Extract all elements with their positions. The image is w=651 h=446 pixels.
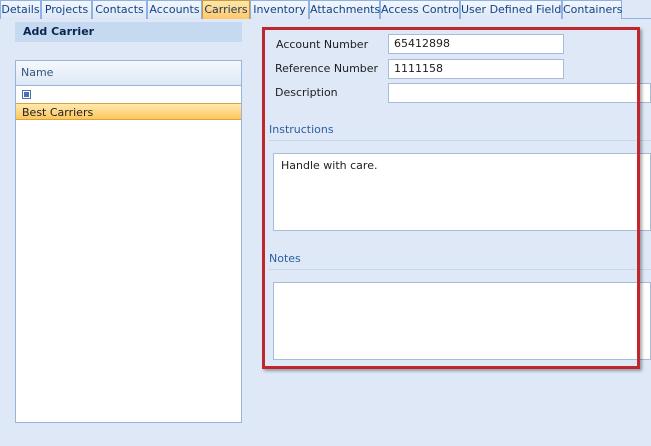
tab-inventory[interactable]: Inventory (250, 0, 309, 19)
add-carrier-button[interactable]: Add Carrier (15, 22, 242, 42)
tab-details[interactable]: Details (0, 0, 41, 19)
instructions-divider (269, 140, 651, 141)
tab-access-control[interactable]: Access Control (380, 0, 462, 19)
description-field[interactable] (388, 83, 651, 103)
reference-number-field[interactable]: 1111158 (388, 59, 564, 79)
description-label: Description (275, 86, 338, 99)
tab-strip: Details Projects Contacts Accounts Carri… (0, 0, 651, 19)
tab-contacts[interactable]: Contacts (92, 0, 147, 19)
list-item[interactable]: Best Carriers (16, 103, 241, 120)
notes-textarea[interactable] (273, 282, 651, 360)
tab-projects[interactable]: Projects (41, 0, 92, 19)
reference-number-label: Reference Number (275, 62, 379, 75)
tab-containers[interactable]: Containers (562, 0, 623, 19)
new-row[interactable] (16, 86, 241, 103)
notes-divider (269, 269, 651, 270)
notes-section-title: Notes (269, 252, 301, 265)
instructions-textarea[interactable]: Handle with care. (273, 153, 651, 231)
instructions-section-title: Instructions (269, 123, 334, 136)
tab-user-defined-fields[interactable]: User Defined Fields (460, 0, 567, 19)
account-number-field[interactable]: 65412898 (388, 34, 564, 54)
new-row-icon (22, 90, 31, 99)
tab-carriers[interactable]: Carriers (202, 0, 250, 19)
list-item-name: Best Carriers (22, 106, 94, 119)
account-number-label: Account Number (276, 38, 369, 51)
carrier-detail-form: Account Number 65412898 Reference Number… (262, 26, 651, 369)
carrier-list: Name Best Carriers (15, 60, 242, 423)
tab-attachments[interactable]: Attachments (309, 0, 380, 19)
tab-accounts[interactable]: Accounts (147, 0, 202, 19)
list-column-header-name[interactable]: Name (16, 61, 241, 86)
